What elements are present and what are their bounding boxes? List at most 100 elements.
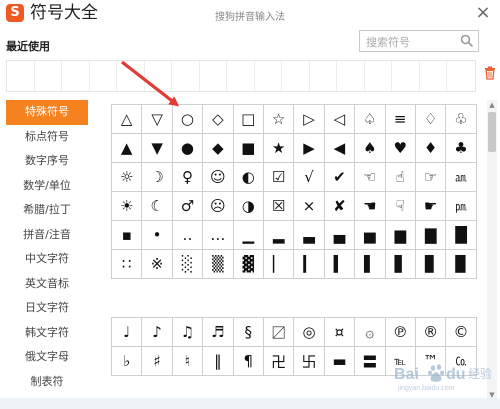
symbol-cell[interactable]: ‥ [171, 220, 204, 250]
recent-symbol-slot[interactable] [117, 61, 145, 91]
symbol-cell[interactable]: ▽ [141, 104, 173, 134]
recent-symbol-slot[interactable] [90, 61, 117, 91]
recent-symbol-slot[interactable] [337, 61, 365, 91]
recent-symbol-slot[interactable] [392, 61, 420, 91]
symbol-cell[interactable]: ☑ [262, 162, 295, 192]
sidebar-item[interactable]: 中文字符 [6, 247, 88, 272]
close-button[interactable]: × [470, 2, 496, 24]
symbol-cell[interactable]: ☆ [262, 104, 295, 134]
symbol-cell[interactable]: ‖ [202, 346, 234, 376]
symbol-cell[interactable]: ♣ [445, 133, 477, 163]
sidebar-item[interactable]: 希腊/拉丁 [6, 198, 88, 223]
sidebar-item[interactable]: 数学/单位 [6, 174, 88, 199]
symbol-cell[interactable]: ▂ [262, 220, 295, 250]
recent-symbol-slot[interactable] [255, 61, 282, 91]
recent-symbol-slot[interactable] [227, 61, 255, 91]
symbol-cell[interactable]: ▏ [262, 249, 295, 279]
scroll-thumb[interactable] [488, 112, 496, 152]
symbol-cell[interactable]: ◀ [323, 133, 356, 163]
symbol-cell[interactable]: ▉ [445, 249, 477, 279]
symbol-cell[interactable]: ◎ [293, 317, 325, 347]
symbol-cell[interactable]: ☝ [384, 162, 416, 192]
symbol-cell[interactable]: ▃ [293, 220, 325, 250]
symbol-cell[interactable]: ® [414, 317, 447, 347]
sidebar-item[interactable]: 标点符号 [6, 125, 88, 150]
symbol-cell[interactable]: ∷ [110, 249, 143, 279]
symbol-cell[interactable]: ▋ [384, 249, 416, 279]
symbol-cell[interactable]: … [202, 220, 234, 250]
symbol-cell[interactable]: ▪ [110, 220, 143, 250]
symbol-cell[interactable]: ■ [232, 133, 264, 163]
symbol-cell[interactable]: ㏘ [445, 191, 477, 221]
symbol-cell[interactable]: ☀ [110, 191, 143, 221]
sidebar-item[interactable]: 英文音标 [6, 272, 88, 297]
symbol-cell[interactable]: ♯ [141, 346, 173, 376]
symbol-cell[interactable]: ◇ [202, 104, 234, 134]
symbol-cell[interactable]: ♧ [445, 104, 477, 134]
symbol-cell[interactable]: 〓 [354, 346, 386, 376]
symbol-cell[interactable]: ◁ [323, 104, 356, 134]
symbol-cell[interactable]: × [293, 191, 325, 221]
symbol-cell[interactable]: ▄ [323, 220, 356, 250]
symbol-cell[interactable]: ▲ [110, 133, 143, 163]
symbol-cell[interactable]: ☚ [354, 191, 386, 221]
symbol-cell[interactable]: ☒ [262, 191, 295, 221]
sidebar-item[interactable]: 韩文字符 [6, 321, 88, 346]
symbol-cell[interactable]: ♀ [171, 162, 204, 192]
symbol-cell[interactable]: ▷ [293, 104, 325, 134]
search-box[interactable] [359, 30, 479, 53]
symbol-cell[interactable]: ☞ [414, 162, 447, 192]
symbol-cell[interactable]: ¶ [232, 346, 264, 376]
symbol-cell[interactable]: • [141, 220, 173, 250]
sidebar-item[interactable]: 俄文字母 [6, 345, 88, 370]
symbol-cell[interactable]: § [232, 317, 264, 347]
symbol-cell[interactable]: ✘ [323, 191, 356, 221]
symbol-cell[interactable]: ♤ [354, 104, 386, 134]
symbol-cell[interactable]: ▅ [354, 220, 386, 250]
recent-symbol-slot[interactable] [7, 61, 35, 91]
symbol-cell[interactable]: 卍 [262, 346, 295, 376]
symbol-cell[interactable]: ☺ [202, 162, 234, 192]
symbol-cell[interactable]: ▊ [414, 249, 447, 279]
symbol-cell[interactable]: △ [110, 104, 143, 134]
symbol-cell[interactable]: ◑ [232, 191, 264, 221]
symbol-cell[interactable]: ◐ [232, 162, 264, 192]
symbol-cell[interactable]: ≡ [384, 104, 416, 134]
symbol-cell[interactable]: ▎ [293, 249, 325, 279]
recent-symbol-slot[interactable] [310, 61, 337, 91]
search-input[interactable] [360, 32, 460, 53]
symbol-cell[interactable]: ★ [262, 133, 295, 163]
symbol-cell[interactable]: ☟ [384, 191, 416, 221]
symbol-cell[interactable]: ㏇ [445, 346, 477, 376]
symbol-cell[interactable]: ▓ [232, 249, 264, 279]
symbol-cell[interactable]: ℗ [384, 317, 416, 347]
recent-symbol-slot[interactable] [282, 61, 310, 91]
symbol-cell[interactable]: ♦ [414, 133, 447, 163]
symbol-cell[interactable]: ● [171, 133, 204, 163]
symbol-cell[interactable]: █ [445, 220, 477, 250]
recent-symbol-slot[interactable] [420, 61, 447, 91]
symbol-cell[interactable]: ◆ [202, 133, 234, 163]
recent-symbol-slot[interactable] [145, 61, 172, 91]
symbol-cell[interactable]: ♭ [110, 346, 143, 376]
symbol-cell[interactable]: ▶ [293, 133, 325, 163]
symbol-cell[interactable]: □ [232, 104, 264, 134]
sidebar-item[interactable]: 制表符 [6, 370, 88, 395]
symbol-cell[interactable]: ✔ [323, 162, 356, 192]
symbol-cell[interactable]: © [445, 317, 477, 347]
symbol-cell[interactable]: ♥ [384, 133, 416, 163]
recent-symbol-slot[interactable] [62, 61, 90, 91]
symbol-cell[interactable]: ♮ [171, 346, 204, 376]
symbol-cell[interactable]: ¤ [323, 317, 356, 347]
scroll-up-arrow-icon[interactable]: ▲ [487, 100, 497, 110]
recent-symbol-slot[interactable] [172, 61, 200, 91]
symbol-cell[interactable]: ░ [171, 249, 204, 279]
symbol-cell[interactable]: ※ [141, 249, 173, 279]
recent-symbol-slot[interactable] [447, 61, 475, 91]
symbol-cell[interactable]: ▌ [354, 249, 386, 279]
symbol-cell[interactable]: ℡ [384, 346, 416, 376]
symbol-cell[interactable]: ™ [414, 346, 447, 376]
symbol-cell[interactable]: ♪ [141, 317, 173, 347]
symbol-cell[interactable]: ☜ [354, 162, 386, 192]
recent-symbol-slot[interactable] [35, 61, 62, 91]
